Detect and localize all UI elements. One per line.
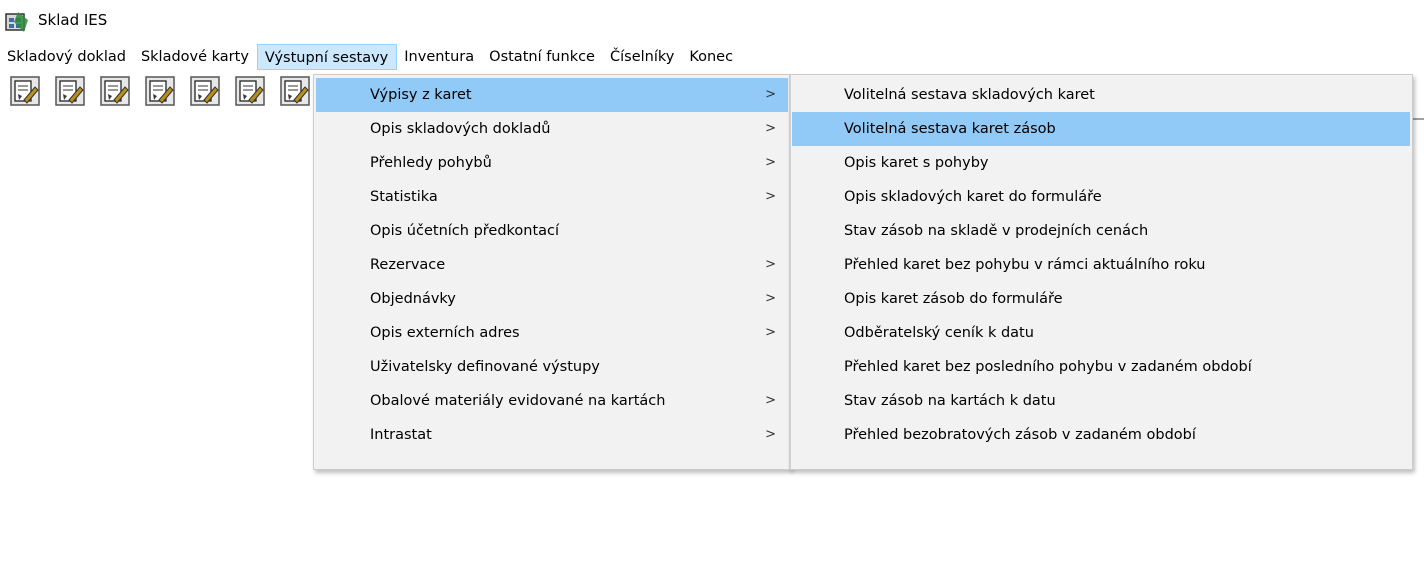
submenu-cards-item-2[interactable]: Volitelná sestava karet zásob	[792, 112, 1410, 146]
menu-item-label: Přehled karet bez pohybu v rámci aktuáln…	[844, 257, 1206, 273]
menu-item-label: Uživatelsky definované výstupy	[370, 359, 600, 375]
chevron-right-icon: >	[765, 87, 776, 102]
submenu-main-item-1[interactable]: Výpisy z karet >	[316, 78, 788, 112]
menu-item-label: Výpisy z karet	[370, 87, 472, 103]
submenu-cards-item-8[interactable]: Odběratelský ceník k datu	[792, 316, 1410, 350]
submenu-cards-item-5[interactable]: Stav zásob na skladě v prodejních cenách	[792, 214, 1410, 248]
menu-item-label: Odběratelský ceník k datu	[844, 325, 1034, 341]
menu-item-label: Stav zásob na kartách k datu	[844, 393, 1056, 409]
submenu-main-item-8[interactable]: Opis externích adres >	[316, 316, 788, 350]
menu-item-label: Obalové materiály evidované na kartách	[370, 393, 666, 409]
menu-item-label: Objednávky	[370, 291, 456, 307]
submenu-cards-item-4[interactable]: Opis skladových karet do formuláře	[792, 180, 1410, 214]
toolbar-button-6[interactable]	[235, 76, 265, 106]
menu-item-label: Rezervace	[370, 257, 446, 273]
submenu-cards-item-3[interactable]: Opis karet s pohyby	[792, 146, 1410, 180]
submenu-separator	[790, 75, 791, 469]
submenu-main-item-7[interactable]: Objednávky >	[316, 282, 788, 316]
submenu-main-item-2[interactable]: Opis skladových dokladů >	[316, 112, 788, 146]
menu-konec[interactable]: Konec	[682, 44, 741, 70]
menu-item-label: Opis účetních předkontací	[370, 223, 560, 239]
menu-vystupni-sestavy[interactable]: Výstupní sestavy	[256, 44, 398, 70]
chevron-right-icon: >	[765, 121, 776, 136]
menu-skladovy-doklad[interactable]: Skladový doklad	[0, 44, 134, 70]
menu-item-label: Opis skladových dokladů	[370, 121, 551, 137]
submenu-main-item-4[interactable]: Statistika >	[316, 180, 788, 214]
toolbar-button-3[interactable]	[100, 76, 130, 106]
menu-item-label: Volitelná sestava karet zásob	[844, 121, 1056, 137]
toolbar-button-1[interactable]	[10, 76, 40, 106]
submenu-vystupni-sestavy: Výpisy z karet > Opis skladových dokladů > P…	[313, 74, 791, 470]
chevron-right-icon: >	[765, 427, 776, 442]
chevron-right-icon: >	[765, 393, 776, 408]
submenu-vypisy-z-karet: Volitelná sestava skladových karet Volite…	[789, 74, 1413, 470]
submenu-main-item-9[interactable]: Uživatelsky definované výstupy	[316, 350, 788, 384]
submenu-cards-item-6[interactable]: Přehled karet bez pohybu v rámci aktuáln…	[792, 248, 1410, 282]
chevron-right-icon: >	[765, 189, 776, 204]
menu-ostatni-funkce[interactable]: Ostatní funkce	[482, 44, 603, 70]
submenu-main-item-11[interactable]: Intrastat >	[316, 418, 788, 452]
window-title: Sklad IES	[38, 11, 108, 29]
menu-item-label: Přehledy pohybů	[370, 155, 492, 171]
toolbar-button-2[interactable]	[55, 76, 85, 106]
chevron-right-icon: >	[765, 155, 776, 170]
menu-skladove-karty[interactable]: Skladové karty	[134, 44, 257, 70]
toolbar-button-4[interactable]	[145, 76, 175, 106]
chevron-right-icon: >	[765, 325, 776, 340]
submenu-main-item-3[interactable]: Přehledy pohybů >	[316, 146, 788, 180]
submenu-main-item-5[interactable]: Opis účetních předkontací	[316, 214, 788, 248]
submenu-cards-item-10[interactable]: Stav zásob na kartách k datu	[792, 384, 1410, 418]
chevron-right-icon: >	[765, 291, 776, 306]
title-bar: Sklad IES	[0, 0, 1424, 42]
menu-bar: Skladový doklad Skladové karty Výstupní …	[0, 44, 1424, 70]
menu-inventura[interactable]: Inventura	[397, 44, 482, 70]
menu-item-label: Opis karet zásob do formuláře	[844, 291, 1063, 307]
menu-item-label: Opis skladových karet do formuláře	[844, 189, 1102, 205]
submenu-cards-item-1[interactable]: Volitelná sestava skladových karet	[792, 78, 1410, 112]
menu-item-label: Opis externích adres	[370, 325, 520, 341]
warehouse-app-icon[interactable]	[4, 10, 30, 34]
menu-item-label: Přehled bezobratových zásob v zadaném ob…	[844, 427, 1196, 443]
menu-item-label: Intrastat	[370, 427, 432, 443]
toolbar-button-5[interactable]	[190, 76, 220, 106]
submenu-cards-item-11[interactable]: Přehled bezobratových zásob v zadaném ob…	[792, 418, 1410, 452]
menu-item-label: Přehled karet bez posledního pohybu v za…	[844, 359, 1252, 375]
menu-item-label: Stav zásob na skladě v prodejních cenách	[844, 223, 1149, 239]
submenu-cards-item-9[interactable]: Přehled karet bez posledního pohybu v za…	[792, 350, 1410, 384]
chevron-right-icon: >	[765, 257, 776, 272]
toolbar	[10, 76, 325, 116]
submenu-main-item-10[interactable]: Obalové materiály evidované na kartách >	[316, 384, 788, 418]
submenu-main-item-6[interactable]: Rezervace >	[316, 248, 788, 282]
menu-item-label: Statistika	[370, 189, 438, 205]
menu-ciselniky[interactable]: Číselníky	[603, 44, 682, 70]
menu-item-label: Volitelná sestava skladových karet	[844, 87, 1095, 103]
submenu-cards-item-7[interactable]: Opis karet zásob do formuláře	[792, 282, 1410, 316]
toolbar-button-7[interactable]	[280, 76, 310, 106]
menu-item-label: Opis karet s pohyby	[844, 155, 989, 171]
